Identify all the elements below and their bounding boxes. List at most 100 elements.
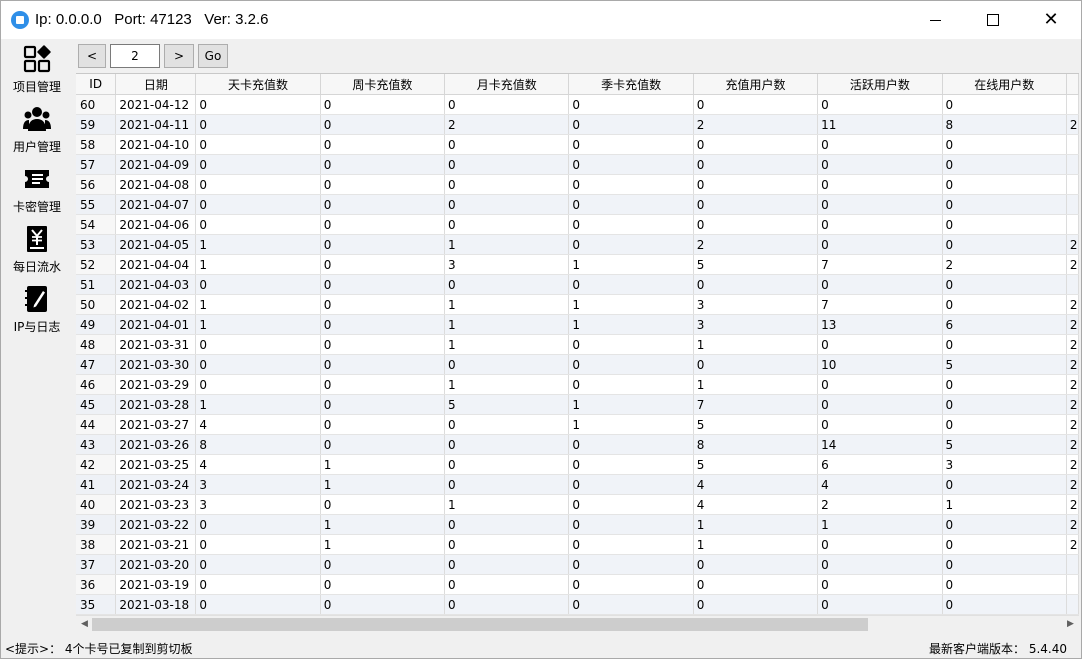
table-cell[interactable]: 0 — [444, 94, 570, 115]
table-cell[interactable]: 0 — [693, 154, 819, 175]
table-cell[interactable]: 1 — [195, 254, 321, 275]
table-cell[interactable]: 55 — [76, 194, 117, 215]
table-row[interactable]: 52 2021-04-04 1 0 3 1 5 7 2 2 — [76, 254, 1079, 275]
table-cell[interactable]: 35 — [76, 594, 117, 615]
table-cell[interactable]: 2 — [1066, 414, 1079, 435]
table-row[interactable]: 51 2021-04-03 0 0 0 0 0 0 0 — [76, 274, 1079, 295]
table-cell[interactable]: 0 — [195, 554, 321, 575]
table-cell[interactable]: 1 — [693, 374, 819, 395]
table-cell[interactable]: 0 — [942, 134, 1067, 155]
table-cell[interactable]: 0 — [568, 374, 694, 395]
table-cell[interactable]: 5 — [693, 454, 819, 475]
table-row[interactable]: 47 2021-03-30 0 0 0 0 0 10 5 2 — [76, 354, 1079, 375]
table-cell[interactable]: 8 — [942, 114, 1067, 135]
page-number-input[interactable]: 2 — [110, 44, 160, 68]
table-cell[interactable]: 0 — [320, 434, 446, 455]
table-cell[interactable]: 0 — [195, 354, 321, 375]
table-cell[interactable]: 48 — [76, 334, 117, 355]
column-header[interactable]: 周卡充值数 — [320, 74, 446, 95]
table-cell[interactable]: 2 — [1066, 294, 1079, 315]
table-cell[interactable]: 2 — [1066, 354, 1079, 375]
table-cell[interactable]: 0 — [320, 554, 446, 575]
table-cell[interactable]: 2 — [1066, 334, 1079, 355]
table-cell[interactable]: 0 — [942, 474, 1067, 495]
table-cell[interactable]: 0 — [817, 134, 943, 155]
table-cell[interactable]: 1 — [320, 454, 446, 475]
table-cell[interactable]: 0 — [942, 174, 1067, 195]
table-cell[interactable]: 36 — [76, 574, 117, 595]
table-cell[interactable]: 0 — [817, 334, 943, 355]
table-cell[interactable]: 0 — [693, 214, 819, 235]
table-cell[interactable]: 0 — [568, 234, 694, 255]
go-button[interactable]: Go — [198, 44, 228, 68]
table-cell[interactable]: 0 — [320, 494, 446, 515]
table-cell[interactable]: 3 — [444, 254, 570, 275]
table-cell[interactable]: 0 — [568, 574, 694, 595]
table-cell[interactable]: 0 — [195, 194, 321, 215]
table-cell[interactable]: 0 — [568, 134, 694, 155]
table-cell[interactable]: 1 — [195, 314, 321, 335]
table-cell[interactable]: 0 — [817, 234, 943, 255]
table-cell[interactable]: 0 — [942, 534, 1067, 555]
table-cell[interactable]: 2021-04-12 — [115, 94, 197, 115]
table-cell[interactable]: 2021-03-20 — [115, 554, 197, 575]
table-cell[interactable]: 53 — [76, 234, 117, 255]
table-cell[interactable]: 0 — [195, 134, 321, 155]
table-cell[interactable]: 7 — [817, 294, 943, 315]
table-cell[interactable]: 0 — [320, 114, 446, 135]
table-cell[interactable]: 2 — [1066, 494, 1079, 515]
table-cell[interactable]: 37 — [76, 554, 117, 575]
table-cell[interactable]: 5 — [444, 394, 570, 415]
table-row[interactable]: 46 2021-03-29 0 0 1 0 1 0 0 2 — [76, 374, 1079, 395]
table-cell[interactable]: 2021-03-30 — [115, 354, 197, 375]
table-cell[interactable]: 0 — [568, 274, 694, 295]
table-cell[interactable]: 2021-04-09 — [115, 154, 197, 175]
table-cell[interactable]: 2021-04-06 — [115, 214, 197, 235]
table-cell[interactable]: 10 — [817, 354, 943, 375]
table-cell[interactable]: 0 — [942, 574, 1067, 595]
table-cell[interactable]: 4 — [693, 474, 819, 495]
table-cell[interactable]: 59 — [76, 114, 117, 135]
table-row[interactable]: 45 2021-03-28 1 0 5 1 7 0 0 2 — [76, 394, 1079, 415]
table-cell[interactable]: 0 — [568, 174, 694, 195]
table-cell[interactable]: 0 — [195, 514, 321, 535]
table-cell[interactable]: 2021-03-18 — [115, 594, 197, 615]
table-cell[interactable]: 0 — [195, 574, 321, 595]
table-cell[interactable]: 7 — [693, 394, 819, 415]
table-cell[interactable]: 0 — [817, 594, 943, 615]
table-cell[interactable]: 0 — [942, 194, 1067, 215]
table-cell[interactable]: 0 — [195, 94, 321, 115]
table-cell[interactable]: 1 — [568, 414, 694, 435]
table-cell[interactable]: 2 — [1066, 434, 1079, 455]
table-cell[interactable]: 0 — [444, 454, 570, 475]
table-cell[interactable]: 0 — [444, 474, 570, 495]
table-cell[interactable]: 1 — [568, 314, 694, 335]
table-cell[interactable]: 0 — [817, 94, 943, 115]
table-cell[interactable]: 0 — [444, 514, 570, 535]
table-cell[interactable]: 0 — [320, 334, 446, 355]
table-cell[interactable]: 0 — [942, 514, 1067, 535]
table-cell[interactable]: 0 — [320, 574, 446, 595]
table-cell[interactable]: 1 — [568, 294, 694, 315]
table-cell[interactable]: 0 — [568, 94, 694, 115]
table-cell[interactable]: 0 — [195, 374, 321, 395]
table-cell[interactable]: 1 — [693, 534, 819, 555]
table-cell[interactable]: 2 — [1066, 474, 1079, 495]
table-cell[interactable]: 0 — [320, 94, 446, 115]
table-cell[interactable]: 1 — [568, 254, 694, 275]
table-cell[interactable]: 0 — [817, 154, 943, 175]
table-cell[interactable]: 5 — [942, 434, 1067, 455]
table-cell[interactable]: 1 — [195, 234, 321, 255]
table-cell[interactable]: 0 — [320, 154, 446, 175]
table-cell[interactable] — [1066, 554, 1079, 575]
table-cell[interactable]: 0 — [444, 154, 570, 175]
table-cell[interactable]: 2 — [1066, 534, 1079, 555]
table-cell[interactable]: 0 — [942, 294, 1067, 315]
table-cell[interactable]: 0 — [693, 594, 819, 615]
table-cell[interactable]: 0 — [320, 254, 446, 275]
table-cell[interactable]: 0 — [942, 234, 1067, 255]
table-cell[interactable]: 47 — [76, 354, 117, 375]
table-row[interactable]: 54 2021-04-06 0 0 0 0 0 0 0 — [76, 214, 1079, 235]
table-cell[interactable]: 0 — [444, 194, 570, 215]
horizontal-scrollbar[interactable]: ◀ ▶ — [76, 615, 1079, 633]
